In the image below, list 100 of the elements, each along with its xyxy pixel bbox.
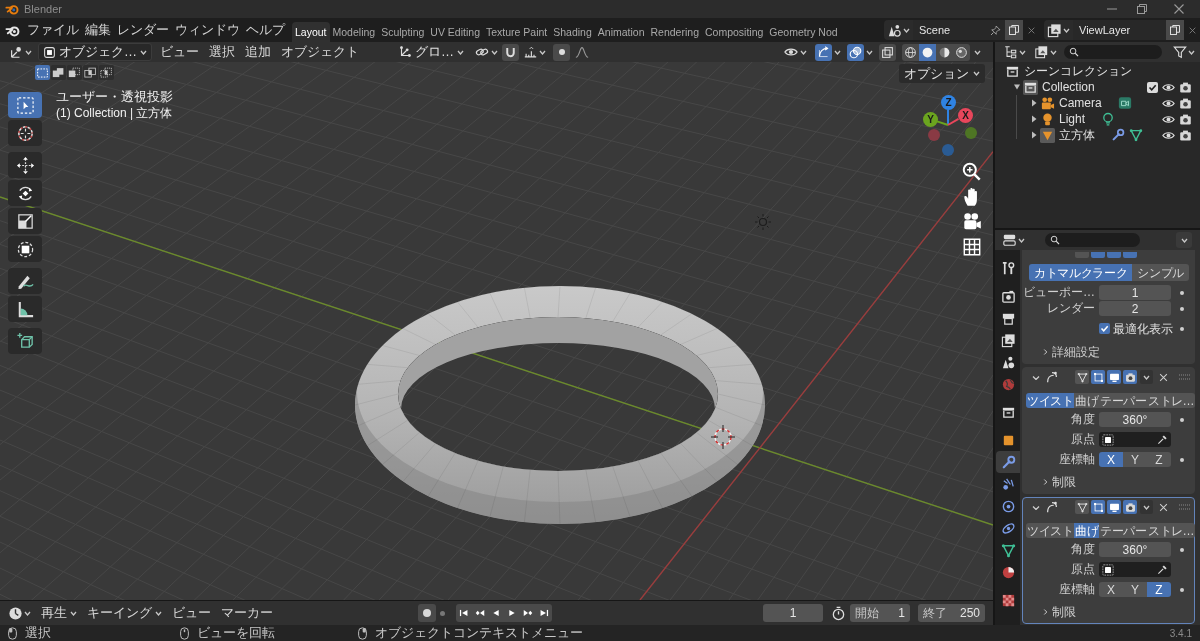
eyedropper-icon[interactable]: [1157, 564, 1168, 575]
number-field[interactable]: 1: [1099, 285, 1171, 300]
method-tab[interactable]: ストレ…: [1147, 393, 1195, 408]
subpanel-header[interactable]: 制限: [1043, 604, 1080, 620]
toggle-button[interactable]: [1123, 252, 1137, 258]
select-mode-button[interactable]: [67, 65, 82, 80]
browse-button[interactable]: [884, 20, 913, 40]
tool-button[interactable]: [8, 180, 42, 206]
grid-icon[interactable]: [961, 236, 983, 258]
dot-icon[interactable]: [1179, 290, 1184, 295]
eyedropper-icon[interactable]: [1157, 434, 1168, 445]
menu-item[interactable]: ヘルプ: [243, 18, 288, 42]
search-field[interactable]: [1045, 233, 1140, 247]
shading-button[interactable]: [953, 43, 970, 61]
editor-type-button[interactable]: [8, 605, 31, 621]
overlays-toggle[interactable]: [847, 43, 864, 61]
pin-icon[interactable]: [990, 24, 1001, 36]
xray-toggle[interactable]: [879, 43, 896, 61]
zoom-icon[interactable]: [961, 161, 983, 183]
menu-item[interactable]: 追加: [240, 42, 276, 62]
toggle-button[interactable]: [1107, 252, 1121, 258]
close-icon[interactable]: [1159, 502, 1168, 512]
duplicate-button[interactable]: [1166, 20, 1184, 40]
restore-icon[interactable]: [1137, 4, 1147, 14]
select-mode-button[interactable]: [35, 65, 50, 80]
toggle-button[interactable]: [1123, 370, 1137, 384]
dot-icon[interactable]: [1179, 326, 1184, 331]
close-icon[interactable]: [1026, 25, 1036, 35]
vertex-triangle-icon[interactable]: [1129, 128, 1143, 142]
axis-button[interactable]: X: [958, 108, 973, 123]
workspace-tab[interactable]: UV Editing: [427, 22, 483, 42]
curve-icon[interactable]: [574, 45, 590, 59]
method-tab[interactable]: 曲げ: [1074, 393, 1099, 408]
options-dropdown[interactable]: オプション: [899, 64, 985, 83]
menu-item[interactable]: ビュー: [155, 42, 204, 62]
editor-type-button[interactable]: [1003, 45, 1026, 59]
type-toggle[interactable]: カトマルクラーク: [1029, 264, 1133, 281]
tool-button[interactable]: [8, 236, 42, 262]
camera-tile-icon[interactable]: [1117, 96, 1132, 110]
method-tab[interactable]: テーパー: [1099, 523, 1147, 538]
record-button[interactable]: [418, 604, 436, 622]
method-tab[interactable]: 曲げ: [1074, 523, 1099, 538]
gizmos-toggle[interactable]: [815, 43, 832, 61]
item-name[interactable]: シーンコレクション: [1024, 63, 1132, 79]
number-field[interactable]: 360°: [1099, 412, 1171, 427]
type-toggle[interactable]: シンプル: [1132, 264, 1189, 281]
method-tab[interactable]: ツイスト: [1026, 523, 1074, 538]
tool-button[interactable]: [8, 268, 42, 294]
workspace-tab[interactable]: Compositing: [701, 22, 767, 42]
menu-dropdown[interactable]: 再生: [37, 603, 81, 623]
workspace-tab[interactable]: Shading: [550, 22, 595, 42]
workspace-tab[interactable]: Layout: [292, 22, 330, 42]
tool-button[interactable]: [8, 208, 42, 234]
toggle-button[interactable]: [1091, 500, 1105, 514]
axis-button[interactable]: Y: [923, 112, 938, 127]
toggle-button[interactable]: [1075, 500, 1089, 514]
subpanel-header[interactable]: 制限: [1043, 474, 1080, 490]
chevron-down-icon[interactable]: [1032, 504, 1040, 510]
select-mode-button[interactable]: [83, 65, 98, 80]
drag-handle-icon[interactable]: [1179, 373, 1191, 381]
dot-icon[interactable]: [1179, 417, 1184, 422]
camera-icon[interactable]: [1179, 96, 1192, 110]
drag-handle-icon[interactable]: [1179, 503, 1191, 511]
item-name[interactable]: Camera: [1059, 95, 1102, 111]
filter-button[interactable]: [1173, 45, 1195, 59]
close-icon[interactable]: [1187, 25, 1197, 35]
shading-button[interactable]: [919, 43, 936, 61]
menu-item[interactable]: オブジェクト: [276, 42, 364, 62]
proportional-button[interactable]: [553, 43, 570, 61]
tool-button[interactable]: [8, 296, 42, 322]
jump-end-button[interactable]: [536, 604, 552, 622]
search-field[interactable]: [1064, 45, 1162, 59]
scene-field[interactable]: Scene: [913, 20, 1005, 40]
axis-toggle[interactable]: Z: [1147, 582, 1171, 597]
toggle-button[interactable]: [1107, 370, 1121, 384]
menu-item[interactable]: 編集: [82, 18, 114, 42]
dot-icon[interactable]: [1179, 306, 1184, 311]
stopwatch-icon[interactable]: [831, 605, 846, 621]
checkbox[interactable]: [1147, 81, 1158, 93]
toggle-button[interactable]: [1123, 500, 1137, 514]
tool-button[interactable]: [8, 328, 42, 354]
workspace-tab[interactable]: Texture Paint: [482, 22, 551, 42]
camera-icon[interactable]: [1179, 112, 1192, 126]
camera-icon[interactable]: [1179, 128, 1192, 142]
object-field[interactable]: [1099, 562, 1171, 577]
shading-button[interactable]: [902, 43, 919, 61]
duplicate-button[interactable]: [1005, 20, 1023, 40]
wrench-icon[interactable]: [1111, 128, 1125, 142]
axis-toggle[interactable]: Y: [1123, 582, 1147, 597]
number-field[interactable]: 360°: [1099, 542, 1171, 557]
close-icon[interactable]: [1173, 4, 1184, 14]
item-name[interactable]: 立方体: [1059, 127, 1095, 143]
number-field[interactable]: 2: [1099, 301, 1171, 316]
options-dropdown[interactable]: [1140, 370, 1153, 384]
toggle-button[interactable]: [1075, 370, 1089, 384]
axis-button[interactable]: Z: [941, 95, 956, 110]
workspace-tab[interactable]: Geometry Nod: [766, 22, 841, 42]
method-tab[interactable]: ツイスト: [1026, 393, 1074, 408]
mode-dropdown[interactable]: オブジェク…: [38, 43, 152, 61]
camera-icon[interactable]: [1179, 80, 1192, 94]
